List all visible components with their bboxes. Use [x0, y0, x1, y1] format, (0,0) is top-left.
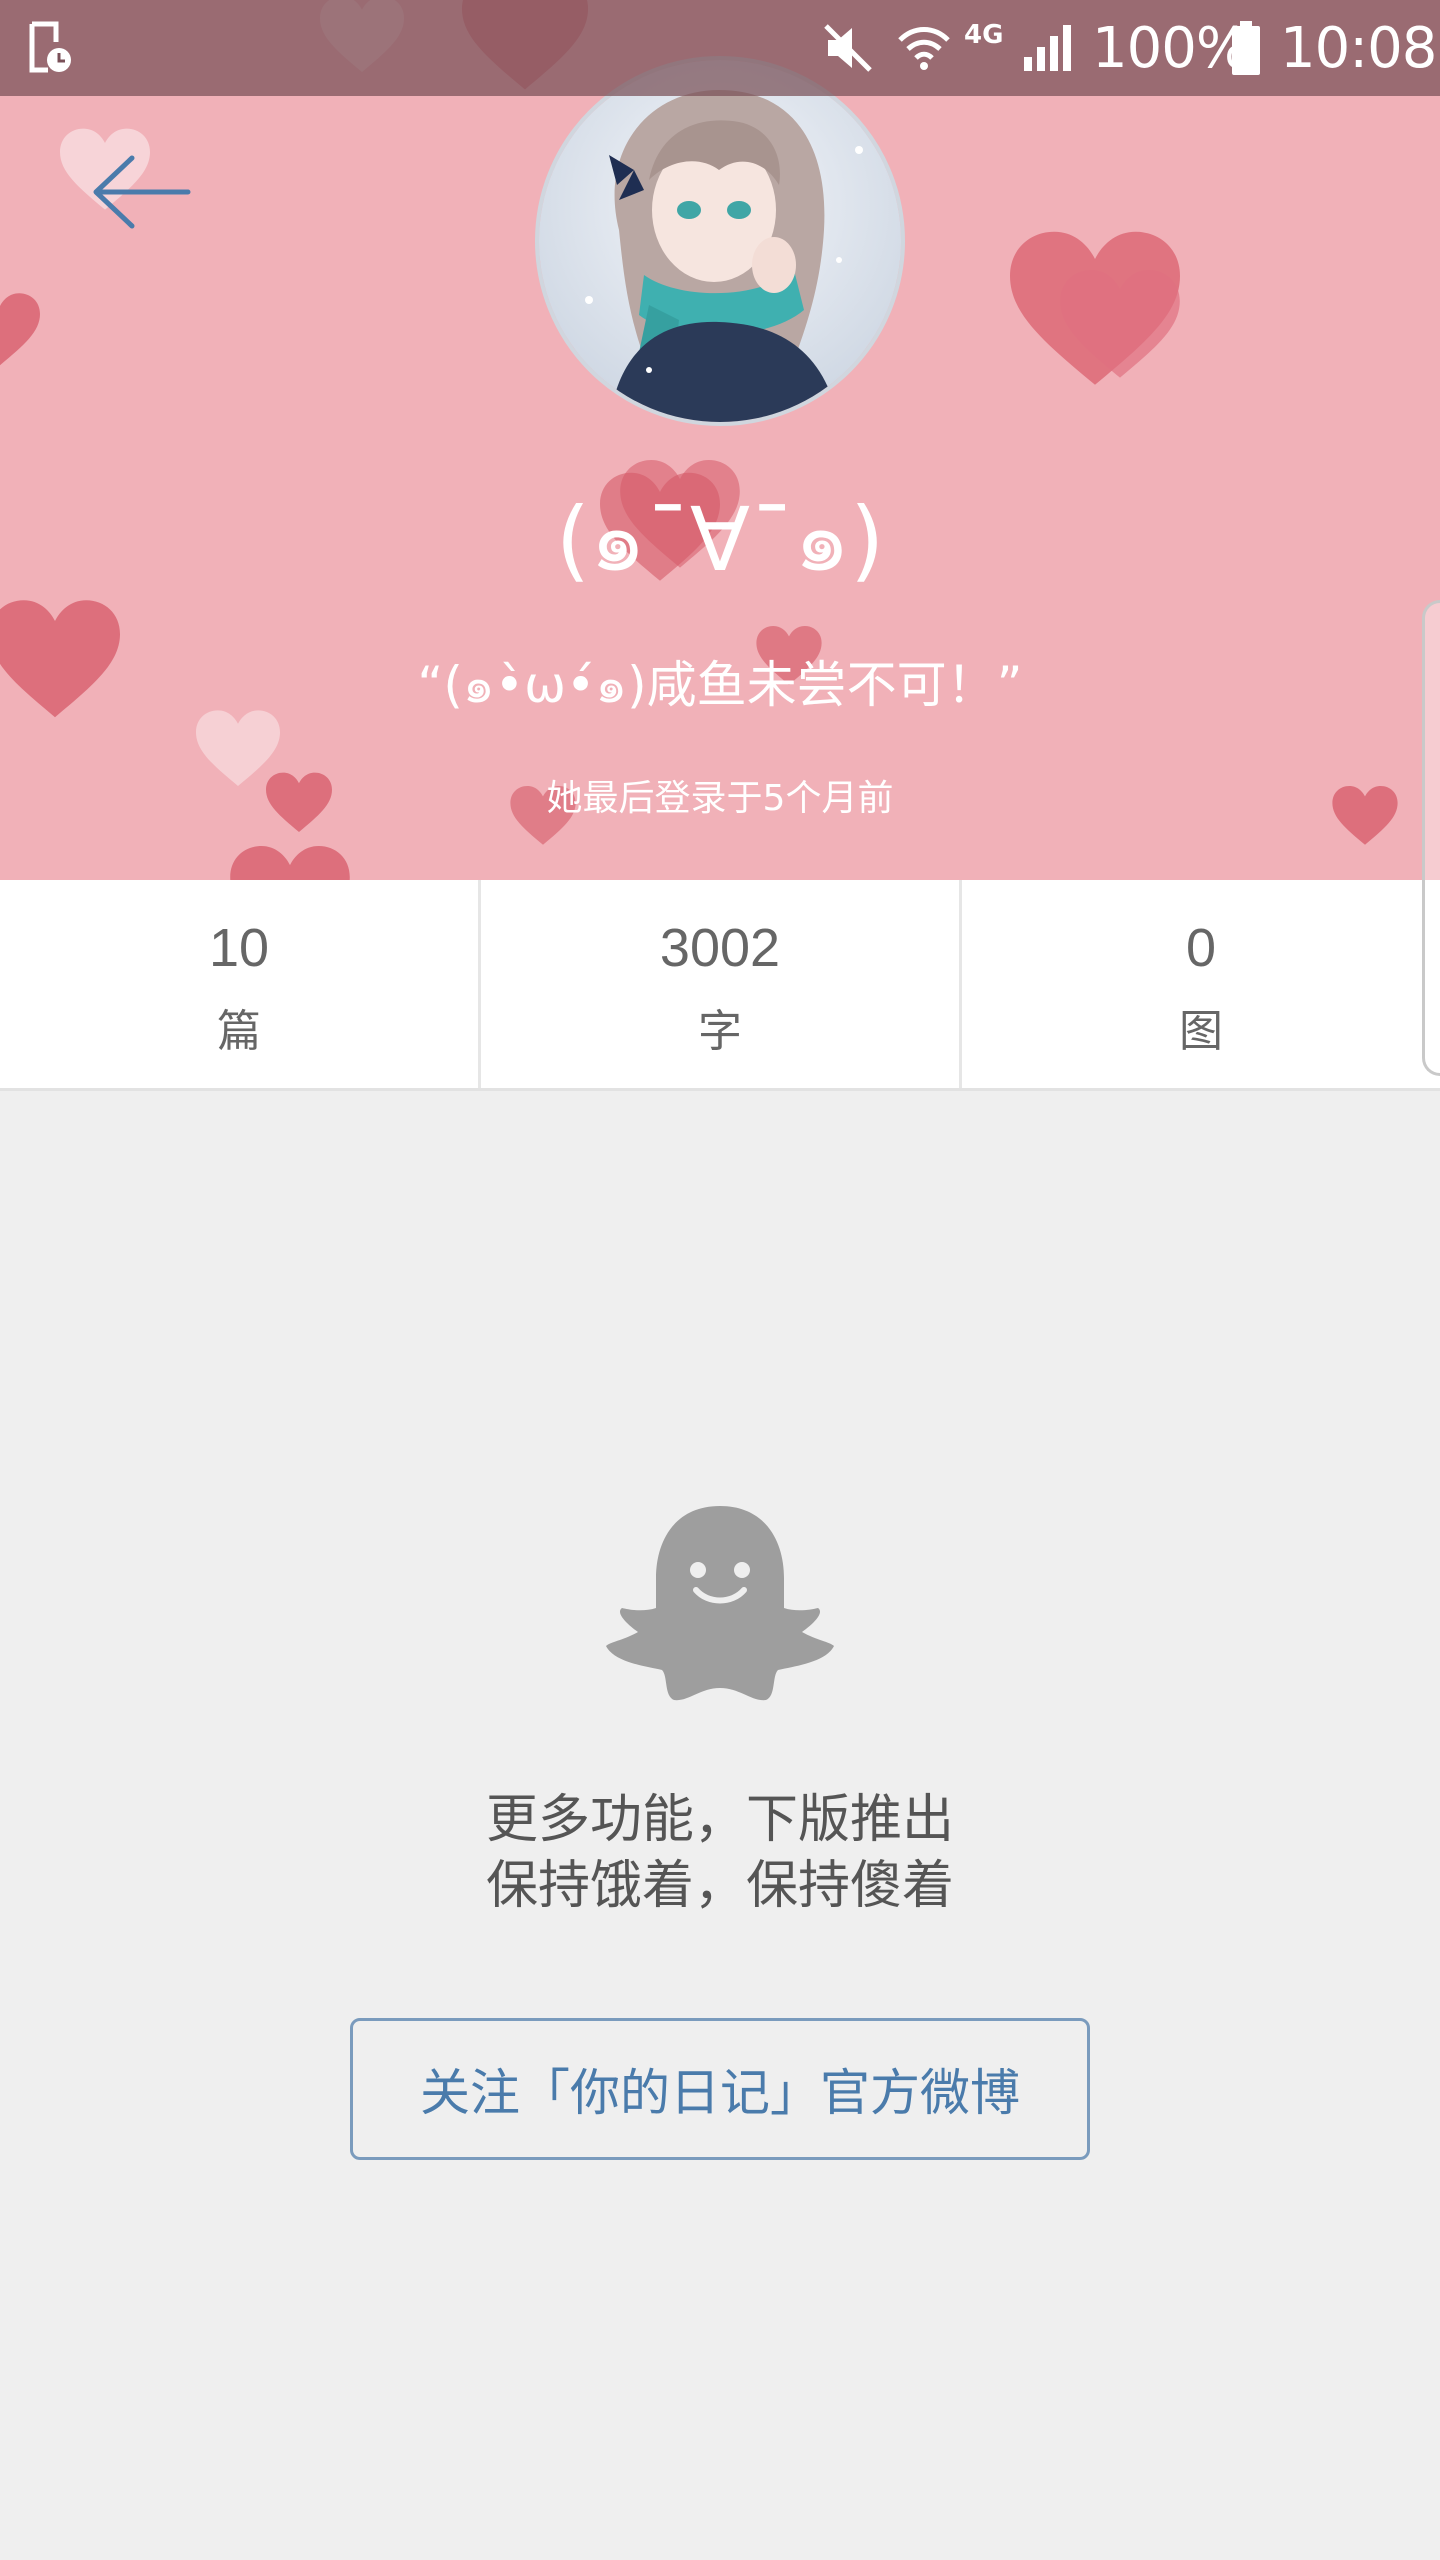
follow-weibo-button[interactable]: 关注「你的日记」官方微博 — [350, 2018, 1090, 2160]
avatar-image — [539, 60, 901, 422]
stay-hungry-text: 保持饿着，保持傻着 — [485, 1856, 954, 1916]
coming-soon-text: 更多功能，下版推出 — [485, 1790, 954, 1850]
network-type: 4G — [964, 20, 1004, 50]
clock-time: 10:08 — [1280, 15, 1437, 81]
wifi-icon — [896, 0, 952, 96]
stat-label: 篇 — [217, 1006, 261, 1057]
status-bar: 4G 100% 10:08 — [0, 0, 1440, 96]
profile-screen: (๑¯∀¯๑) “(๑•̀ω•́๑)咸鱼未尝不可！” 她最后登录于5个月前 4G… — [0, 0, 1440, 2560]
battery-icon — [1230, 0, 1262, 96]
mute-icon — [822, 0, 874, 96]
heart-decoration — [0, 293, 40, 366]
profile-stats: 10 篇 3002 字 0 图 — [0, 880, 1440, 1091]
stat-label: 字 — [698, 1006, 742, 1057]
heart-decoration — [230, 846, 350, 880]
side-panel-handle[interactable] — [1422, 600, 1440, 1076]
back-button[interactable] — [80, 140, 200, 240]
avatar[interactable] — [535, 56, 905, 426]
stat-images[interactable]: 0 图 — [959, 880, 1440, 1088]
stat-value: 3002 — [659, 918, 781, 978]
stat-value: 0 — [1185, 918, 1217, 978]
heart-decoration — [1060, 270, 1180, 378]
battery-percent: 100% — [1092, 15, 1249, 81]
stat-words[interactable]: 3002 字 — [478, 880, 959, 1088]
stat-value: 10 — [208, 918, 270, 978]
profile-motto: “(๑•̀ω•́๑)咸鱼未尝不可！” — [417, 656, 1023, 714]
ghost-icon — [604, 1500, 836, 1720]
stat-posts[interactable]: 10 篇 — [0, 880, 478, 1088]
last-login-text: 她最后登录于5个月前 — [546, 778, 894, 819]
profile-header: (๑¯∀¯๑) “(๑•̀ω•́๑)咸鱼未尝不可！” 她最后登录于5个月前 — [0, 0, 1440, 880]
signal-icon — [1022, 0, 1076, 96]
profile-name: (๑¯∀¯๑) — [555, 488, 885, 591]
arrow-left-icon — [93, 155, 191, 229]
stat-label: 图 — [1179, 1006, 1223, 1057]
clock-notification-icon — [26, 0, 74, 96]
